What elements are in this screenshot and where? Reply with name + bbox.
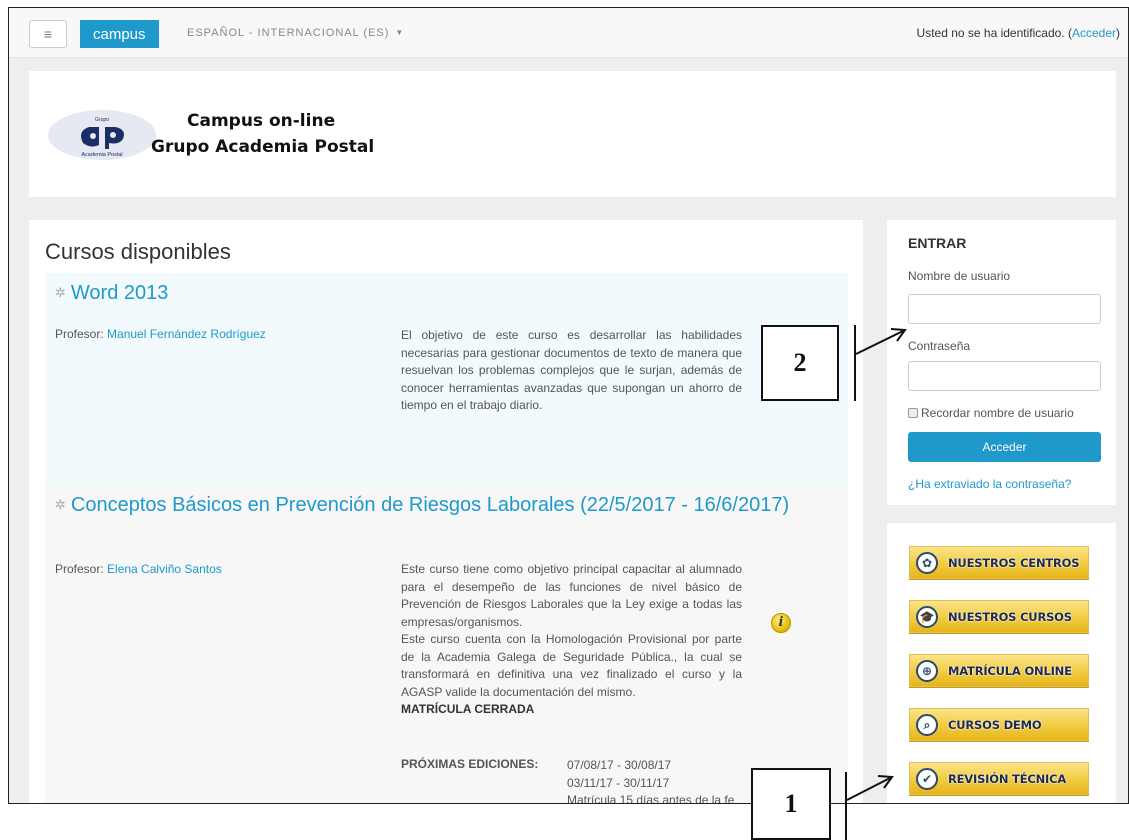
teacher-label: Profesor: <box>55 562 108 576</box>
remember-label: Recordar nombre de usuario <box>921 406 1074 420</box>
login-status-prefix: Usted no se ha identificado. ( <box>916 26 1072 40</box>
enrollment-closed-label: MATRÍCULA CERRADA <box>401 701 742 719</box>
button-label: NUESTROS CENTROS <box>948 556 1080 570</box>
academia-postal-logo: Grupo Academia Postal <box>48 110 156 160</box>
course-teacher: Profesor: Manuel Fernández Rodríguez <box>55 327 266 341</box>
course-title-text: Word 2013 <box>70 282 169 304</box>
remember-username[interactable]: Recordar nombre de usuario <box>908 406 1074 420</box>
edition-date: 07/08/17 - 30/08/17 <box>567 758 672 772</box>
button-label: MATRÍCULA ONLINE <box>948 664 1072 678</box>
magnifier-icon: ⌕ <box>916 714 938 736</box>
links-block: ✿ NUESTROS CENTROS 🎓 NUESTROS CURSOS ⊕ MATR… <box>887 523 1116 803</box>
edition-date: 03/11/17 - 30/11/17 <box>567 775 670 790</box>
teacher-label: Profesor: <box>55 327 108 341</box>
course-summary-p2: Este curso cuenta con la Homologación Pr… <box>401 632 742 699</box>
course-title-link[interactable]: ✲ Word 2013 <box>55 282 815 304</box>
brand-link[interactable]: campus <box>80 20 159 48</box>
top-navbar: ≡ campus ESPAÑOL - INTERNACIONAL (ES) ▼ U… <box>9 8 1128 58</box>
username-input[interactable] <box>908 294 1101 324</box>
login-heading: ENTRAR <box>908 235 967 251</box>
password-label: Contraseña <box>908 339 971 353</box>
main-content: Cursos disponibles ✲ Word 2013 Profesor: … <box>29 220 863 804</box>
course-item: ✲ Conceptos Básicos en Prevención de Ries… <box>45 485 848 804</box>
remember-checkbox[interactable] <box>908 408 918 418</box>
editions-list: 07/08/17 - 30/08/17 03/11/17 - 30/11/17 … <box>567 757 735 804</box>
page-header: Grupo Academia Postal Campus on-line Gru… <box>29 71 1116 197</box>
forgot-password-link[interactable]: ¿Ha extraviado la contraseña? <box>908 477 1071 491</box>
callout-2: 2 <box>761 325 839 401</box>
course-item: ✲ Word 2013 Profesor: Manuel Fernández Ro… <box>45 273 848 485</box>
course-summary: Este curso tiene como objetivo principal… <box>401 561 742 719</box>
course-summary-p1: Este curso tiene como objetivo principal… <box>401 562 742 629</box>
map-icon: ✿ <box>916 552 938 574</box>
login-link[interactable]: Acceder <box>1072 26 1116 40</box>
enrollment-closed-text: MATRÍCULA CERRADA <box>401 702 535 716</box>
language-label: ESPAÑOL - INTERNACIONAL (ES) <box>187 27 390 39</box>
info-icon[interactable]: i <box>771 613 791 633</box>
checkmark-globe-icon: ✔ <box>916 768 938 790</box>
login-status: Usted no se ha identificado. (Acceder) <box>917 26 1120 40</box>
login-button[interactable]: Acceder <box>908 432 1101 462</box>
matricula-online-button[interactable]: ⊕ MATRÍCULA ONLINE <box>909 654 1089 687</box>
login-status-suffix: ) <box>1116 26 1120 40</box>
course-title-link[interactable]: ✲ Conceptos Básicos en Prevención de Ries… <box>55 494 815 516</box>
globe-cursor-icon: ⊕ <box>916 660 938 682</box>
teacher-link[interactable]: Manuel Fernández Rodríguez <box>107 327 266 341</box>
language-menu[interactable]: ESPAÑOL - INTERNACIONAL (ES) ▼ <box>187 27 404 39</box>
button-label: CURSOS DEMO <box>948 718 1042 732</box>
course-summary: El objetivo de este curso es desarrollar… <box>401 328 742 412</box>
button-label: REVISIÓN TÉCNICA <box>948 772 1067 786</box>
teacher-link[interactable]: Elena Calviño Santos <box>107 562 222 576</box>
browser-viewport: ≡ campus ESPAÑOL - INTERNACIONAL (ES) ▼ U… <box>8 7 1129 804</box>
course-bullet-icon: ✲ <box>55 285 66 300</box>
hamburger-icon[interactable]: ≡ <box>29 20 67 48</box>
button-label: NUESTROS CURSOS <box>948 610 1072 624</box>
callout-2-arrow-icon <box>855 328 907 355</box>
nuestros-cursos-button[interactable]: 🎓 NUESTROS CURSOS <box>909 600 1089 633</box>
callout-1: 1 <box>751 768 831 840</box>
site-title-line2: Grupo Academia Postal <box>151 137 375 157</box>
callout-1-arrow-icon <box>846 775 894 801</box>
password-input[interactable] <box>908 361 1101 391</box>
username-label: Nombre de usuario <box>908 269 1011 283</box>
svg-text:Grupo: Grupo <box>95 117 109 123</box>
svg-text:Academia Postal: Academia Postal <box>81 152 122 158</box>
edition-note: Matrícula 15 días antes de la fe <box>567 793 735 804</box>
cursos-demo-button[interactable]: ⌕ CURSOS DEMO <box>909 708 1089 741</box>
caret-down-icon: ▼ <box>395 28 405 37</box>
course-title-text: Conceptos Básicos en Prevención de Riesg… <box>70 494 790 516</box>
graduation-cap-icon: 🎓 <box>916 606 938 628</box>
course-bullet-icon: ✲ <box>55 497 66 512</box>
revision-tecnica-button[interactable]: ✔ REVISIÓN TÉCNICA <box>909 762 1089 795</box>
site-title-line1: Campus on-line <box>187 111 336 131</box>
nuestros-centros-button[interactable]: ✿ NUESTROS CENTROS <box>909 546 1089 579</box>
page-title: Cursos disponibles <box>45 239 231 264</box>
editions-label: PRÓXIMAS EDICIONES: <box>401 757 539 771</box>
course-teacher: Profesor: Elena Calviño Santos <box>55 562 222 576</box>
login-block: ENTRAR Nombre de usuario Contraseña Reco… <box>887 220 1116 505</box>
